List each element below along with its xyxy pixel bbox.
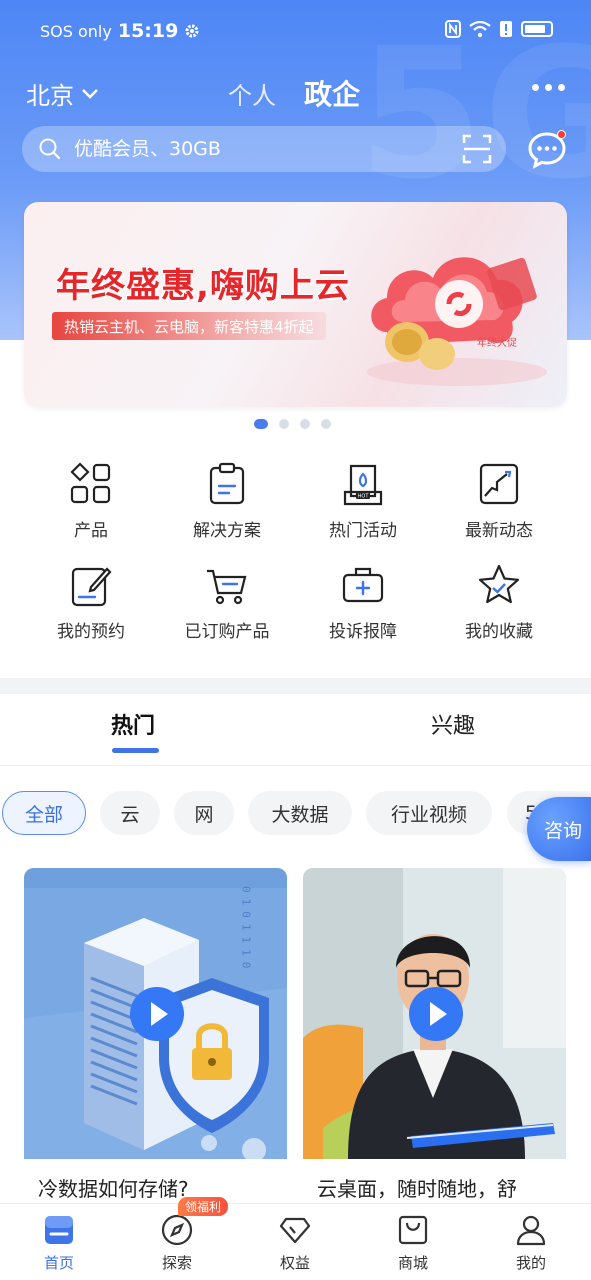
- play-button[interactable]: [409, 987, 463, 1041]
- nav-home[interactable]: 首页: [19, 1214, 99, 1273]
- quick-item-solutions[interactable]: 解决方案: [159, 462, 295, 541]
- category-chips: 全部 云 网 大数据 行业视频 5G: [0, 791, 591, 837]
- feed-tabs: 热门 兴趣: [0, 694, 591, 766]
- nav-label: 首页: [43, 1254, 74, 1272]
- message-unread-dot: [557, 130, 566, 139]
- more-options-button[interactable]: [532, 84, 565, 91]
- city-label: 北京: [26, 82, 74, 110]
- consult-button[interactable]: 咨询: [527, 797, 591, 861]
- wifi-icon: [469, 20, 491, 38]
- alert-icon: [500, 21, 512, 37]
- content-card[interactable]: 0101110 冷数据如何存储?: [24, 868, 287, 1208]
- carousel-dot[interactable]: [300, 419, 310, 429]
- more-dot: [545, 84, 552, 91]
- welfare-badge: 领福利: [178, 1197, 229, 1216]
- chip-industry-video[interactable]: 行业视频: [366, 791, 492, 835]
- tab-hot[interactable]: 热门: [111, 708, 155, 740]
- tab-enterprise[interactable]: 政企: [304, 73, 360, 113]
- compass-icon: [161, 1214, 193, 1246]
- toolbox-icon: [342, 567, 384, 603]
- status-sos: SOS only: [40, 21, 112, 41]
- carousel-dot-active[interactable]: [254, 419, 268, 429]
- carousel-dot[interactable]: [279, 419, 289, 429]
- nav-mall[interactable]: 商城: [373, 1214, 453, 1273]
- chip-network[interactable]: 网: [174, 791, 234, 835]
- quick-item-hot-activity[interactable]: HOT 热门活动: [295, 462, 431, 541]
- top-nav: 北京 个人 政企: [0, 66, 591, 120]
- search-bar[interactable]: [22, 126, 506, 172]
- more-dot: [558, 84, 565, 91]
- city-selector[interactable]: 北京: [26, 76, 100, 111]
- nav-explore[interactable]: 探索: [137, 1214, 217, 1273]
- more-dot: [532, 84, 539, 91]
- chip-all[interactable]: 全部: [2, 791, 86, 835]
- status-right: [445, 20, 553, 38]
- nav-label: 我的: [515, 1254, 546, 1272]
- quick-label: 我的预约: [57, 622, 125, 642]
- shopping-bag-icon: [398, 1215, 428, 1245]
- quick-item-news[interactable]: 最新动态: [431, 462, 567, 541]
- trend-icon: [479, 463, 519, 505]
- quick-item-ordered[interactable]: 已订购产品: [159, 563, 295, 642]
- banner-badge: 年终大促: [477, 336, 517, 349]
- settings-gear-icon: [185, 24, 199, 38]
- card-title: 冷数据如何存储?: [38, 1177, 189, 1201]
- section-divider: [0, 678, 591, 694]
- carousel-dot[interactable]: [321, 419, 331, 429]
- tab-hot-indicator: [112, 748, 159, 753]
- svg-text:HOT: HOT: [358, 494, 370, 500]
- status-left: SOS only 15:19: [40, 20, 200, 42]
- user-icon: [516, 1215, 546, 1246]
- star-icon: [478, 564, 520, 604]
- quick-item-appointments[interactable]: 我的预约: [23, 563, 159, 642]
- card-title: 云桌面，随时随地，舒: [317, 1177, 517, 1201]
- nav-label: 权益: [279, 1254, 310, 1272]
- nav-label: 商城: [397, 1254, 428, 1272]
- quick-label: 我的收藏: [465, 622, 533, 642]
- banner-subtitle: 热销云主机、云电脑，新客特惠4折起: [52, 312, 326, 340]
- binary-text: 0101110: [240, 886, 253, 974]
- nav-label: 探索: [161, 1254, 192, 1272]
- quick-label: 已订购产品: [184, 622, 270, 642]
- tab-personal[interactable]: 个人: [228, 76, 276, 111]
- chip-cloud[interactable]: 云: [100, 791, 160, 835]
- quick-item-favorites[interactable]: 我的收藏: [431, 563, 567, 642]
- nfc-icon: [445, 20, 461, 38]
- search-icon: [39, 138, 61, 160]
- chevron-down-icon: [82, 88, 98, 99]
- quick-label: 最新动态: [465, 521, 533, 541]
- grid-icon: [70, 462, 111, 504]
- quick-label: 产品: [74, 521, 108, 541]
- content-card[interactable]: 云桌面，随时随地，舒: [303, 868, 566, 1208]
- quick-item-products[interactable]: 产品: [23, 462, 159, 541]
- cart-icon: [207, 569, 247, 605]
- carousel-indicator: [254, 419, 331, 429]
- tab-interest[interactable]: 兴趣: [431, 708, 475, 740]
- scan-icon[interactable]: [462, 134, 492, 164]
- quick-label: 热门活动: [329, 521, 397, 541]
- status-time: 15:19: [117, 20, 179, 42]
- chip-big-data[interactable]: 大数据: [248, 791, 352, 835]
- diamond-icon: [279, 1217, 311, 1244]
- hot-activity-icon: HOT: [343, 464, 383, 506]
- quick-label: 投诉报障: [329, 622, 397, 642]
- promo-banner[interactable]: 年终盛惠,嗨购上云 热销云主机、云电脑，新客特惠4折起 年终大促: [24, 202, 567, 407]
- play-button[interactable]: [130, 987, 184, 1041]
- status-bar: SOS only 15:19: [0, 0, 591, 66]
- bottom-nav: 首页 探索 权益 商城 我的: [0, 1203, 591, 1280]
- edit-note-icon: [71, 567, 112, 607]
- quick-menu: 产品 解决方案 HOT 热门活动 最新动态 我的预约 已订购产品 投诉报障 我的…: [23, 462, 568, 642]
- nav-mine[interactable]: 我的: [491, 1214, 571, 1273]
- cloud-coins-illustration: 年终大促: [367, 257, 547, 386]
- quick-item-complaint[interactable]: 投诉报障: [295, 563, 431, 642]
- battery-icon: [521, 21, 553, 37]
- nav-benefits[interactable]: 权益: [255, 1214, 335, 1273]
- clipboard-icon: [209, 462, 245, 505]
- quick-label: 解决方案: [193, 521, 261, 541]
- search-input[interactable]: [74, 138, 434, 160]
- banner-title: 年终盛惠,嗨购上云: [56, 266, 350, 306]
- home-icon: [45, 1216, 73, 1244]
